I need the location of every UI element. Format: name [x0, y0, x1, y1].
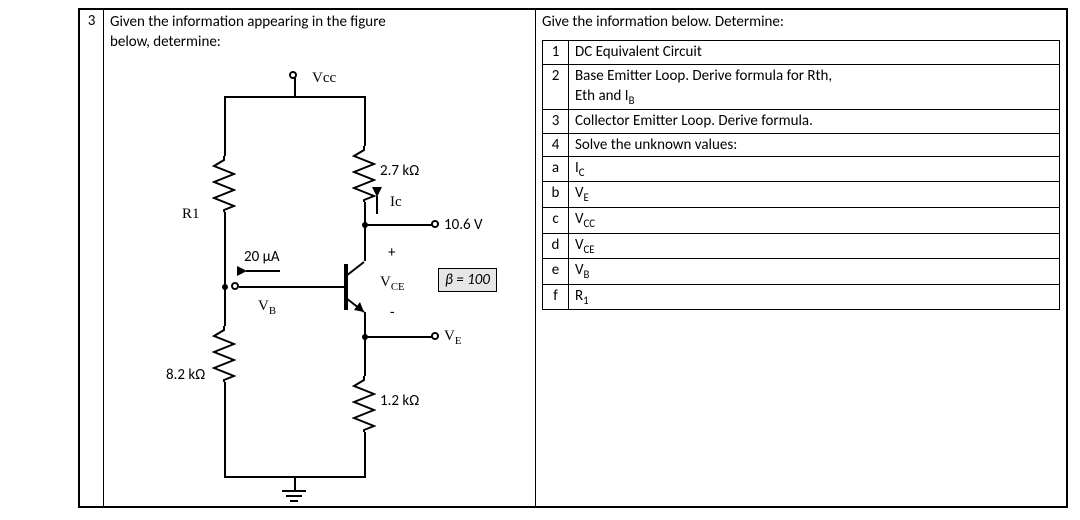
collector-tap-wire — [364, 224, 434, 226]
resistor-emitter — [352, 376, 376, 432]
r-collector-value: 2.7 kΩ — [380, 162, 419, 180]
wire-after-rc — [364, 202, 366, 224]
task-table: 1 DC Equivalent Circuit 2 Base Emitter L… — [542, 40, 1060, 310]
vce-plus: + — [388, 244, 395, 262]
top-rail — [224, 96, 366, 98]
task-idx: 4 — [543, 133, 569, 156]
task-idx: 2 — [543, 64, 569, 110]
task-text: IC — [569, 156, 1060, 182]
task-text: DC Equivalent Circuit — [569, 41, 1060, 64]
task-idx: 3 — [543, 110, 569, 133]
task-row: 3 Collector Emitter Loop. Derive formula… — [543, 110, 1060, 133]
bjt-npn-icon — [330, 254, 386, 320]
left-rail-below-base — [224, 286, 226, 326]
task-row: a IC — [543, 156, 1060, 182]
base-open-terminal — [231, 282, 239, 290]
vb-label: VB — [258, 298, 276, 317]
task-idx: d — [543, 233, 569, 259]
task-text: VCE — [569, 233, 1060, 259]
question-number-cell: 3 — [80, 10, 104, 506]
task-text: Collector Emitter Loop. Derive formula. — [569, 110, 1060, 133]
task-text: VE — [569, 182, 1060, 208]
task-idx: f — [543, 284, 569, 310]
left-prompt-line2: below, determine: — [110, 33, 221, 51]
task-row: e VB — [543, 259, 1060, 285]
emitter-wire-upper — [364, 312, 366, 336]
beta-text: β = 100 — [445, 271, 490, 289]
task-row: 4 Solve the unknown values: — [543, 133, 1060, 156]
vce-minus: - — [390, 304, 395, 322]
task-idx: c — [543, 207, 569, 233]
vcc-terminal — [289, 71, 297, 79]
left-prompt-line1: Given the information appearing in the f… — [110, 13, 386, 31]
ib-value: 20 µA — [244, 248, 280, 266]
ve-label: VE — [444, 328, 461, 347]
worksheet-frame: 3 Given the information appearing in the… — [78, 8, 1068, 508]
emitter-tap-wire — [364, 336, 434, 338]
resistor-r1 — [212, 156, 236, 212]
task-idx: b — [543, 182, 569, 208]
emitter-wire-lower — [364, 432, 366, 476]
task-text: VB — [569, 259, 1060, 285]
task-row: d VCE — [543, 233, 1060, 259]
left-panel: Given the information appearing in the f… — [104, 10, 536, 506]
task-text: Solve the unknown values: — [569, 133, 1060, 156]
task-idx: a — [543, 156, 569, 182]
task-idx: e — [543, 259, 569, 285]
task-text: Base Emitter Loop. Derive formula for Rt… — [569, 64, 1060, 110]
base-wire — [239, 286, 333, 288]
ic-label: Ic — [390, 194, 402, 211]
task-row: b VE — [543, 182, 1060, 208]
emitter-terminal-icon — [431, 332, 439, 340]
collector-terminal-icon — [431, 220, 439, 228]
vce-label: VCE — [380, 274, 405, 293]
task-idx: 1 — [543, 41, 569, 64]
r1-label: R1 — [182, 206, 200, 223]
right-prompt: Give the information below. Determine: — [542, 12, 1060, 32]
circuit-figure: Vcc R1 8.2 kΩ — [144, 76, 504, 506]
vce-value: 10.6 V — [444, 216, 483, 234]
r-lowerleft-value: 8.2 kΩ — [166, 366, 205, 384]
ground-lead — [294, 476, 296, 490]
question-number: 3 — [88, 12, 96, 30]
left-rail-lower — [224, 382, 226, 476]
task-text: R1 — [569, 284, 1060, 310]
vcc-lead — [294, 76, 296, 96]
r-emitter-value: 1.2 kΩ — [380, 392, 419, 410]
vcc-label: Vcc — [312, 70, 336, 87]
task-text: VCC — [569, 207, 1060, 233]
left-rail-mid — [224, 212, 226, 286]
beta-box: β = 100 — [438, 268, 497, 292]
left-prompt: Given the information appearing in the f… — [110, 12, 529, 53]
task-row: 1 DC Equivalent Circuit — [543, 41, 1060, 64]
task-row: f R1 — [543, 284, 1060, 310]
left-rail-upper — [224, 96, 226, 156]
emitter-wire-to-re — [364, 336, 366, 376]
right-rail-top — [364, 96, 366, 146]
resistor-lower-left — [212, 326, 236, 382]
task-row: c VCC — [543, 207, 1060, 233]
task-row: 2 Base Emitter Loop. Derive formula for … — [543, 64, 1060, 110]
right-panel: Give the information below. Determine: 1… — [536, 10, 1066, 506]
